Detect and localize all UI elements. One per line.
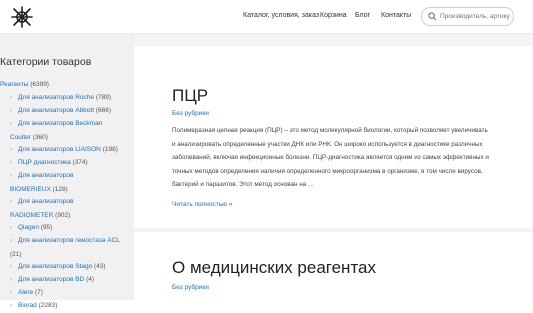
category-link[interactable]: Для анализаторов гемостаза ACL bbox=[18, 237, 120, 244]
category-link[interactable]: Для анализаторов Abbott bbox=[18, 107, 94, 114]
category-item[interactable]: › Для анализаторов BIOMERIEUX (128) bbox=[0, 169, 110, 195]
chevron-right-icon: › bbox=[10, 238, 12, 244]
category-item[interactable]: › Для анализаторов LIAISON (198) bbox=[0, 143, 134, 156]
category-link[interactable]: Biorad bbox=[18, 302, 37, 309]
category-count: (95) bbox=[40, 224, 53, 231]
category-item[interactable]: › Для анализаторов Beckman Coulter (360) bbox=[0, 117, 120, 143]
category-link[interactable]: Для анализаторов BD bbox=[18, 276, 84, 283]
category-count: (198) bbox=[102, 146, 118, 153]
post-title[interactable]: О медицинских реагентах bbox=[172, 258, 376, 278]
post-title[interactable]: ПЦР bbox=[172, 86, 208, 106]
search-icon[interactable] bbox=[428, 12, 437, 21]
chevron-right-icon: › bbox=[10, 199, 12, 205]
category-count: (2283) bbox=[38, 302, 58, 309]
main-content: ПЦР Без рубрики Полимеразная цепная реак… bbox=[134, 34, 533, 312]
category-link[interactable]: Alere bbox=[18, 289, 33, 296]
category-link[interactable]: Для анализаторов Beckman Coulter bbox=[10, 120, 102, 141]
category-item[interactable]: › Qiagen (95) bbox=[0, 221, 134, 234]
category-count: (43) bbox=[94, 263, 106, 270]
chevron-right-icon: › bbox=[10, 121, 12, 127]
category-item[interactable]: Реагенты (6399) bbox=[0, 78, 134, 91]
post-category[interactable]: Без рубрики bbox=[172, 284, 209, 291]
category-link[interactable]: Для анализаторов LIAISON bbox=[18, 146, 101, 153]
category-link[interactable]: Qiagen bbox=[18, 224, 39, 231]
category-count: (21) bbox=[10, 251, 22, 258]
sidebar-title: Категории товаров bbox=[0, 56, 92, 68]
category-count: (789) bbox=[95, 94, 112, 101]
category-count: (360) bbox=[32, 134, 48, 141]
search-box[interactable] bbox=[421, 7, 514, 26]
category-list: Реагенты (6399) › Для анализаторов Roche … bbox=[0, 78, 134, 312]
post-card: О медицинских реагентах Без рубрики bbox=[134, 232, 533, 312]
category-item[interactable]: › Alere (7) bbox=[0, 286, 134, 299]
category-link[interactable]: Реагенты bbox=[0, 81, 28, 88]
post-excerpt: Полимеразная цепная реакция (ПЦР) – это … bbox=[172, 127, 489, 188]
category-item[interactable]: › Для анализаторов гемостаза ACL (21) bbox=[0, 234, 122, 260]
category-count: (902) bbox=[55, 212, 71, 219]
read-more-link[interactable]: Читать полностью » bbox=[172, 201, 232, 208]
category-item[interactable]: › Для анализаторов Abbott (666) bbox=[0, 104, 134, 117]
category-count: (128) bbox=[52, 186, 68, 193]
category-item[interactable]: › Для анализаторов BD (4) bbox=[0, 273, 134, 286]
site-header: Каталог, условия, заказ Корзина Блог Кон… bbox=[0, 0, 533, 34]
nav-cart[interactable]: Корзина bbox=[320, 12, 347, 19]
nav-catalog[interactable]: Каталог, условия, заказ bbox=[243, 12, 319, 19]
category-link[interactable]: Для анализаторов Stago bbox=[18, 263, 92, 270]
category-item[interactable]: › Для анализаторов RADIOMETER (902) bbox=[0, 195, 114, 221]
chevron-right-icon: › bbox=[10, 173, 12, 179]
chevron-right-icon: › bbox=[10, 303, 12, 309]
category-count: (6399) bbox=[30, 81, 49, 88]
category-count: (374) bbox=[72, 159, 88, 166]
category-link[interactable]: ПЦР диагностика bbox=[18, 159, 71, 166]
category-item[interactable]: › Biorad (2283) bbox=[0, 299, 134, 312]
logo-icon[interactable] bbox=[8, 5, 36, 29]
search-input[interactable] bbox=[440, 10, 510, 22]
category-item[interactable]: › ПЦР диагностика (374) bbox=[0, 156, 134, 169]
sidebar: Категории товаров Реагенты (6399) › Для а… bbox=[0, 34, 134, 309]
category-count: (4) bbox=[86, 276, 95, 283]
post-category[interactable]: Без рубрики bbox=[172, 110, 209, 117]
category-count: (666) bbox=[95, 107, 112, 114]
nav-contacts[interactable]: Контакты bbox=[381, 12, 411, 19]
post-card: ПЦР Без рубрики Полимеразная цепная реак… bbox=[134, 46, 533, 228]
category-count: (7) bbox=[35, 289, 43, 296]
nav-blog[interactable]: Блог bbox=[355, 12, 370, 19]
category-item[interactable]: › Для анализаторов Stago (43) bbox=[0, 260, 134, 273]
category-item[interactable]: › Для анализаторов Roche (789) bbox=[0, 91, 134, 104]
category-link[interactable]: Для анализаторов Roche bbox=[18, 94, 94, 101]
